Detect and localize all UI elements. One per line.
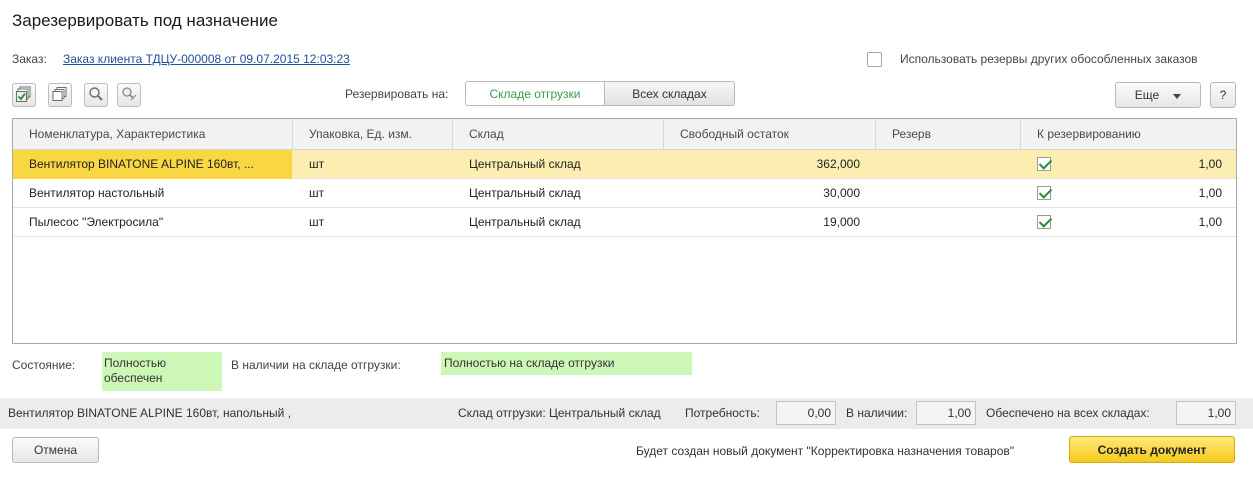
cell-to-reserve[interactable]: 1,00: [1058, 179, 1236, 208]
table-row[interactable]: Пылесос "Электросила" шт Центральный скл…: [13, 208, 1236, 237]
cell-warehouse[interactable]: Центральный склад: [453, 208, 664, 237]
dropdown-arrow-icon: [1173, 88, 1182, 102]
cell-reserve[interactable]: [876, 179, 1021, 208]
search-button[interactable]: [84, 83, 108, 107]
column-header-unit[interactable]: Упаковка, Ед. изм.: [293, 119, 453, 150]
segment-shipping-warehouse[interactable]: Складе отгрузки: [465, 81, 605, 106]
state-value-line1: Полностью: [104, 356, 167, 370]
cell-unit[interactable]: шт: [293, 208, 453, 237]
cell-reserve[interactable]: [876, 208, 1021, 237]
create-document-button[interactable]: Создать документ: [1069, 436, 1235, 463]
cell-nomenclature[interactable]: Вентилятор BINATONE ALPINE 160вт, ...: [13, 150, 292, 179]
clear-button[interactable]: [117, 83, 141, 107]
column-header-reserve[interactable]: Резерв: [876, 119, 1021, 150]
need-field: 0,00: [776, 401, 836, 425]
state-label: Состояние:: [12, 358, 76, 372]
more-button[interactable]: Еще: [1115, 82, 1201, 108]
reservation-table: Номенклатура, Характеристика Упаковка, Е…: [12, 118, 1237, 344]
cell-reserve[interactable]: [876, 150, 1021, 179]
status-warehouse: Склад отгрузки: Центральный склад: [458, 406, 661, 420]
availability-value: Полностью на складе отгрузки: [441, 352, 692, 375]
table-row[interactable]: Вентилятор настольный шт Центральный скл…: [13, 179, 1236, 208]
cell-to-reserve[interactable]: 1,00: [1058, 150, 1236, 179]
table-header: Номенклатура, Характеристика Упаковка, Е…: [13, 119, 1236, 150]
cell-to-reserve[interactable]: 1,00: [1058, 208, 1236, 237]
cancel-button[interactable]: Отмена: [12, 437, 99, 463]
cell-unit[interactable]: шт: [293, 150, 453, 179]
provided-all-field: 1,00: [1176, 401, 1236, 425]
more-label: Еще: [1134, 88, 1160, 102]
state-value: Полностью обеспечен: [102, 352, 222, 391]
footer-message: Будет создан новый документ "Корректиров…: [636, 444, 1015, 458]
copy-button[interactable]: [48, 83, 72, 107]
reserve-on-label: Резервировать на:: [345, 87, 449, 101]
to-reserve-checkbox[interactable]: [1037, 215, 1051, 229]
cell-free-balance[interactable]: 30,000: [664, 179, 876, 208]
cell-free-balance[interactable]: 19,000: [664, 208, 876, 237]
column-header-nomenclature[interactable]: Номенклатура, Характеристика: [13, 119, 293, 150]
copy-icon: [52, 86, 68, 105]
cell-unit[interactable]: шт: [293, 179, 453, 208]
order-label: Заказ:: [12, 52, 47, 66]
column-header-free-balance[interactable]: Свободный остаток: [664, 119, 876, 150]
cell-nomenclature[interactable]: Пылесос "Электросила": [13, 208, 293, 237]
page-title: Зарезервировать под назначение: [12, 11, 278, 30]
availability-label: В наличии на складе отгрузки:: [231, 358, 401, 372]
cell-nomenclature[interactable]: Вентилятор настольный: [13, 179, 293, 208]
cell-warehouse[interactable]: Центральный склад: [453, 150, 664, 179]
use-other-reserves-checkbox[interactable]: [867, 52, 882, 67]
status-item-name: Вентилятор BINATONE ALPINE 160вт, наполь…: [8, 406, 292, 420]
cell-warehouse[interactable]: Центральный склад: [453, 179, 664, 208]
check-all-icon: [16, 86, 32, 105]
to-reserve-checkbox[interactable]: [1037, 157, 1051, 171]
check-all-button[interactable]: [12, 83, 36, 107]
table-row[interactable]: Вентилятор BINATONE ALPINE 160вт, ... шт…: [13, 150, 1236, 179]
segment-all-warehouses[interactable]: Всех складах: [604, 81, 735, 106]
to-reserve-checkbox[interactable]: [1037, 186, 1051, 200]
state-value-line2: обеспечен: [104, 371, 163, 385]
search-icon: [88, 86, 104, 105]
clear-icon: [121, 86, 137, 105]
column-header-warehouse[interactable]: Склад: [453, 119, 664, 150]
available-field: 1,00: [916, 401, 976, 425]
provided-all-label: Обеспечено на всех складах:: [986, 406, 1150, 420]
need-label: Потребность:: [685, 406, 760, 420]
help-button[interactable]: ?: [1210, 82, 1236, 108]
order-link[interactable]: Заказ клиента ТДЦУ-000008 от 09.07.2015 …: [63, 52, 350, 66]
cell-free-balance[interactable]: 362,000: [664, 150, 876, 179]
column-header-to-reserve[interactable]: К резервированию: [1021, 119, 1236, 150]
use-other-reserves-label: Использовать резервы других обособленных…: [900, 52, 1198, 66]
available-label: В наличии:: [846, 406, 908, 420]
